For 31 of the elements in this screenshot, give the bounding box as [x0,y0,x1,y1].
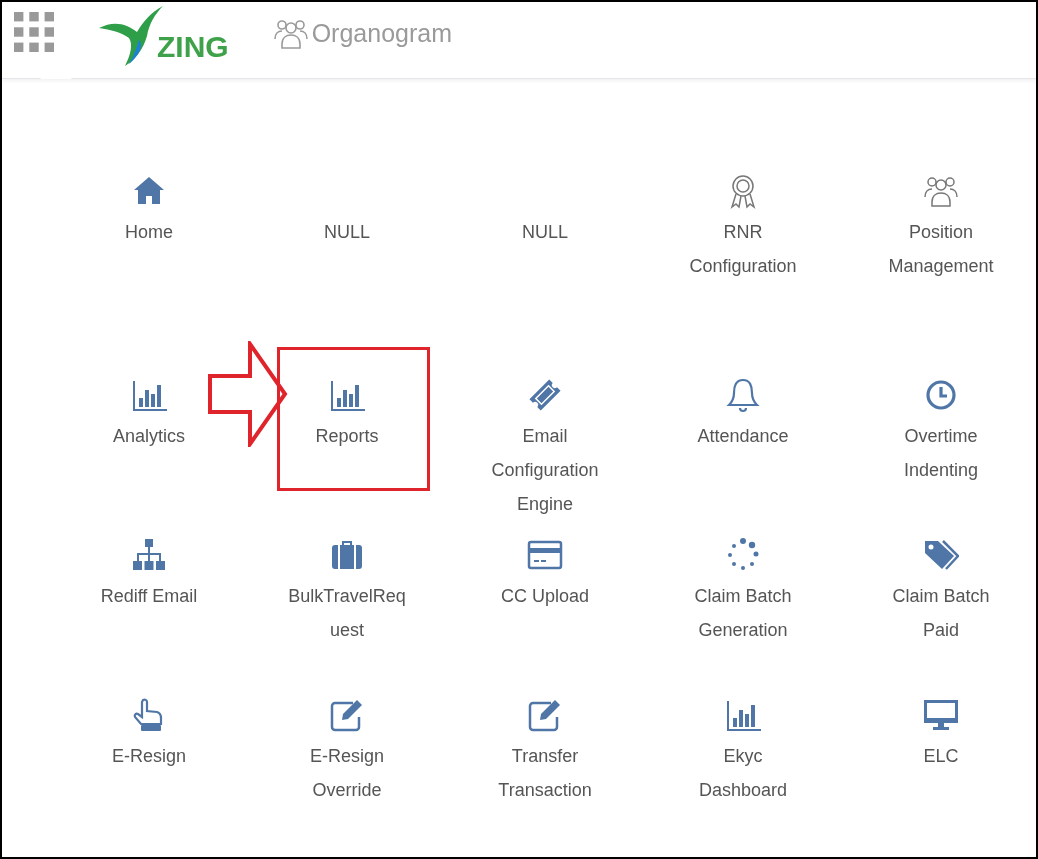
tile-label[interactable]: Position Management [880,215,1002,283]
bell-icon [725,377,761,413]
tile-label[interactable]: RNR Configuration [682,215,804,283]
tile-label[interactable]: ELC [880,739,1002,773]
tile-label[interactable]: NULL [286,215,408,249]
tile-label[interactable]: Overtime Indenting [880,419,1002,487]
tile-label[interactable]: Claim Batch Paid [880,579,1002,647]
app-grid-icon[interactable] [14,12,54,52]
tile-label[interactable]: Ekyc Dashboard [682,739,804,807]
tile-label[interactable]: E-Resign [88,739,210,773]
tile-label[interactable]: Transfer Transaction [484,739,606,807]
tile-label[interactable]: Rediff Email [88,579,210,613]
tile-label[interactable]: BulkTravelRequest [286,579,408,647]
ticket-icon [527,377,563,413]
monitor-icon [923,697,959,733]
tile-label[interactable]: E-Resign Override [286,739,408,807]
tile-label[interactable]: Home [88,215,210,249]
tile-label[interactable]: Reports [286,419,408,453]
logo-text: ZING [157,32,229,62]
tile-label[interactable]: NULL [484,215,606,249]
clock-icon [923,377,959,413]
tile-label[interactable]: Attendance [682,419,804,453]
spinner-icon [725,537,761,573]
tile-label[interactable]: Email Configuration Engine [484,419,606,521]
edit-icon [527,697,563,733]
sitemap-icon [131,537,167,573]
tile-label[interactable]: Analytics [88,419,210,453]
edit-icon [329,697,365,733]
tile-label[interactable]: CC Upload [484,579,606,613]
users-icon [273,19,308,49]
tile-label[interactable]: Claim Batch Generation [682,579,804,647]
